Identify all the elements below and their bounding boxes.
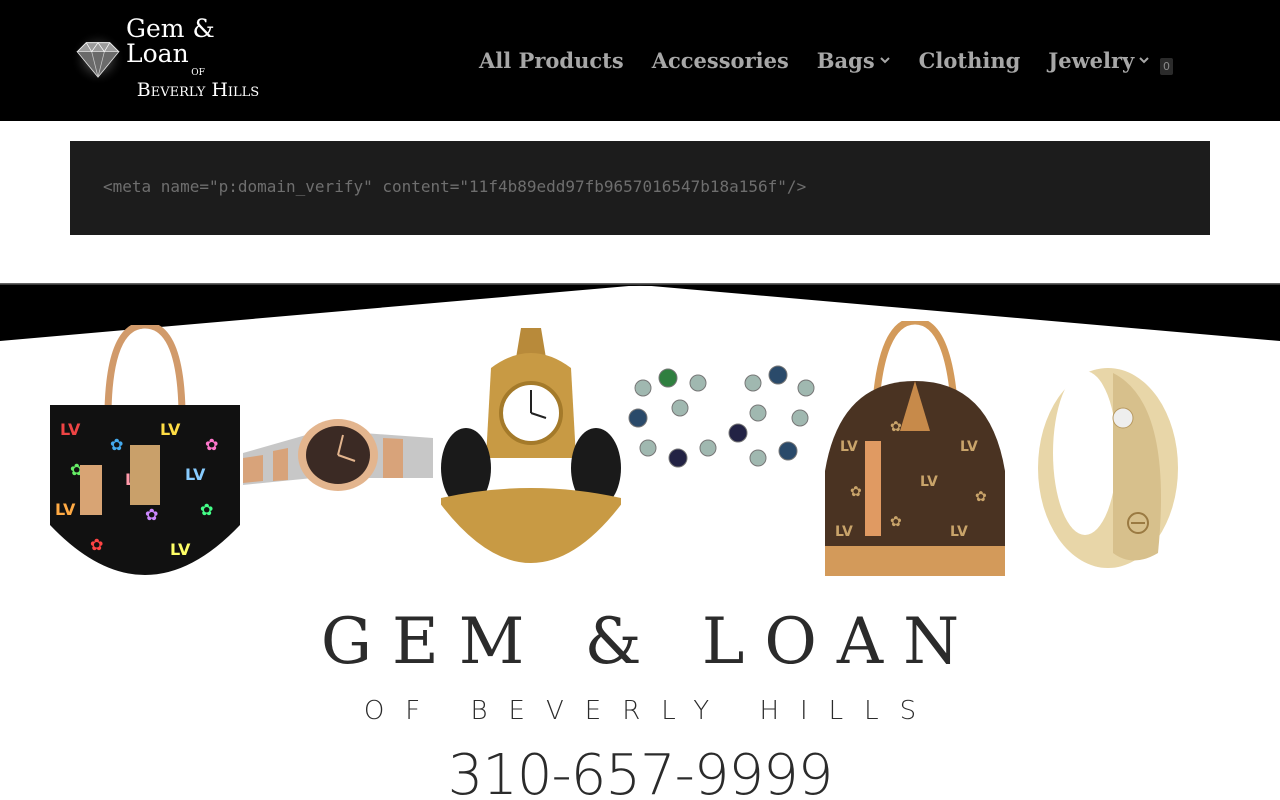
- logo-line-2: OF: [191, 68, 205, 78]
- code-block: <meta name="p:domain_verify" content="11…: [70, 141, 1210, 235]
- nav-label: Jewelry: [1048, 47, 1135, 73]
- svg-text:LV: LV: [170, 540, 191, 559]
- nav-label: Bags: [816, 47, 875, 73]
- nav-bags[interactable]: Bags: [817, 48, 891, 73]
- chevron-down-icon: [879, 57, 890, 64]
- svg-text:✿: ✿: [890, 419, 902, 435]
- watch-icon[interactable]: [243, 403, 433, 503]
- nav-label: All Products: [479, 47, 624, 73]
- svg-text:✿: ✿: [90, 535, 103, 554]
- svg-text:LV: LV: [60, 420, 81, 439]
- nav-all-products[interactable]: All Products: [479, 48, 624, 73]
- handbag-multicolor-icon[interactable]: LV✿ LV✿ ✿LV LVLV ✿✿ ✿LV: [50, 325, 240, 589]
- svg-text:✿: ✿: [890, 514, 902, 530]
- svg-text:✿: ✿: [110, 435, 123, 454]
- site-header: Gem & Loan OF Beverly Hills All Products…: [0, 0, 1280, 121]
- clock-icon[interactable]: [436, 328, 626, 578]
- nav-accessories[interactable]: Accessories: [652, 48, 789, 73]
- svg-text:✿: ✿: [205, 435, 218, 454]
- site-logo[interactable]: Gem & Loan OF Beverly Hills: [70, 16, 270, 100]
- svg-text:✿: ✿: [145, 505, 158, 524]
- handbag-brown-icon[interactable]: LV ✿ LV ✿ LV ✿ LV ✿ LV: [820, 321, 1010, 577]
- svg-text:✿: ✿: [850, 484, 862, 500]
- svg-text:LV: LV: [55, 500, 76, 519]
- svg-text:✿: ✿: [200, 500, 213, 519]
- earrings-icon[interactable]: [628, 363, 818, 473]
- svg-text:LV: LV: [835, 524, 853, 540]
- svg-text:LV: LV: [185, 465, 206, 484]
- hero-banner: LV ✿ LV ✿ ✿ LV LV LV ✿ ✿ ✿ LV: [0, 283, 1280, 800]
- ring-icon[interactable]: [1013, 343, 1203, 593]
- brand-title: GEM & LOAN: [320, 605, 980, 679]
- nav-clothing[interactable]: Clothing: [919, 48, 1021, 73]
- nav-label: Clothing: [918, 47, 1021, 73]
- brand-phone[interactable]: 310-657-9999: [0, 743, 1280, 800]
- logo-line-3: Beverly Hills: [136, 79, 260, 101]
- brand-subtitle: OF BEVERLY HILLS: [363, 696, 938, 726]
- nav-jewelry[interactable]: Jewelry: [1048, 48, 1150, 73]
- svg-text:LV: LV: [920, 474, 938, 490]
- chevron-down-icon: [1139, 57, 1149, 64]
- cart-count-badge[interactable]: 0: [1160, 58, 1173, 75]
- diamond-icon: [70, 30, 126, 86]
- logo-wordmark: Gem & Loan OF Beverly Hills: [126, 16, 270, 100]
- svg-text:LV: LV: [160, 420, 181, 439]
- logo-line-1: Gem & Loan: [126, 14, 215, 68]
- svg-text:✿: ✿: [975, 489, 987, 505]
- main-nav: All Products Accessories Bags Clothing J…: [479, 44, 1178, 76]
- svg-text:LV: LV: [840, 439, 858, 455]
- code-text: <meta name="p:domain_verify" content="11…: [103, 177, 807, 196]
- svg-text:LV: LV: [950, 524, 968, 540]
- svg-text:LV: LV: [960, 439, 978, 455]
- nav-label: Accessories: [651, 47, 789, 73]
